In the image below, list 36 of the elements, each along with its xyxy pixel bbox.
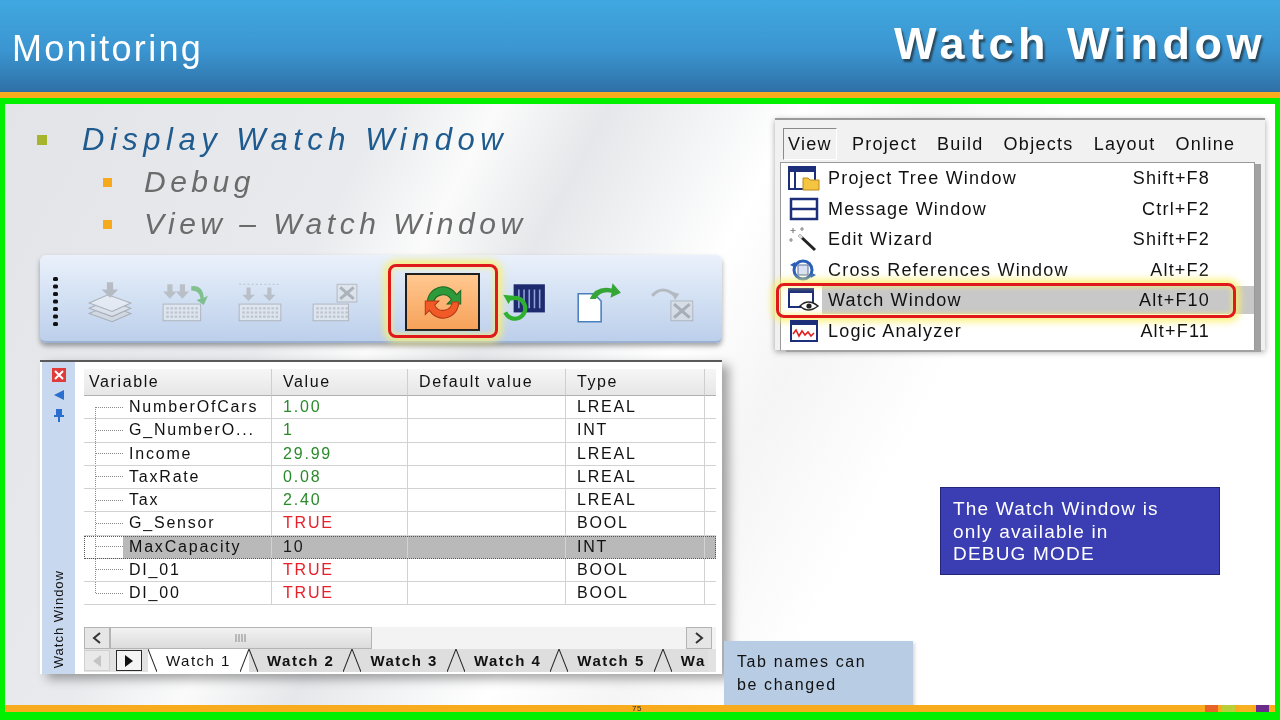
table-cell: LREAL <box>566 489 705 513</box>
table-cell: TRUE <box>272 558 408 582</box>
table-cell: 0.08 <box>272 465 408 489</box>
table-cell-text: G_NumberO... <box>128 420 256 441</box>
caption-note: Tab names can be changed <box>724 641 913 705</box>
table-cell: LREAL <box>566 465 705 489</box>
info-callout: The Watch Window is only available in DEBUG MODE <box>940 487 1220 575</box>
list-item-text: Display Watch Window <box>82 121 509 158</box>
table-cell: TRUE <box>272 512 408 536</box>
slide-heading: Watch Window <box>894 17 1266 71</box>
table-cell: BOOL <box>566 558 705 582</box>
table-cell-text: Tax <box>128 490 161 510</box>
list-item-text: View – Watch Window <box>144 207 527 241</box>
table-cell: 1 <box>272 419 408 443</box>
table-cell: INT <box>566 535 705 559</box>
slide-title: Monitoring <box>12 27 204 71</box>
table-cell: INT <box>566 419 705 443</box>
table-cell: BOOL <box>566 582 705 606</box>
table-cell: TRUE <box>272 582 408 606</box>
table-cell: LREAL <box>566 442 705 466</box>
panel-side-title: Watch Window <box>51 569 66 668</box>
table-cell: 2.40 <box>272 489 408 513</box>
table-cell-text: G_Sensor <box>128 513 217 534</box>
table-cell-text: Income <box>128 443 194 464</box>
list-item-text: Debug <box>144 165 255 199</box>
table-cell-text: TaxRate <box>128 466 202 487</box>
table-cell-text: NumberOfCars <box>128 397 260 417</box>
table-cell: 29.99 <box>272 442 408 466</box>
table-cell-text: DI_01 <box>128 559 182 580</box>
table-cell: 10 <box>272 535 408 559</box>
table-cell-text: DI_00 <box>128 583 182 603</box>
table-cell: 1.00 <box>272 396 408 420</box>
page-number: 75 <box>632 705 642 712</box>
table-cell: LREAL <box>566 396 705 420</box>
table-cell-text: MaxCapacity <box>128 536 243 557</box>
table-cell: BOOL <box>566 512 705 536</box>
